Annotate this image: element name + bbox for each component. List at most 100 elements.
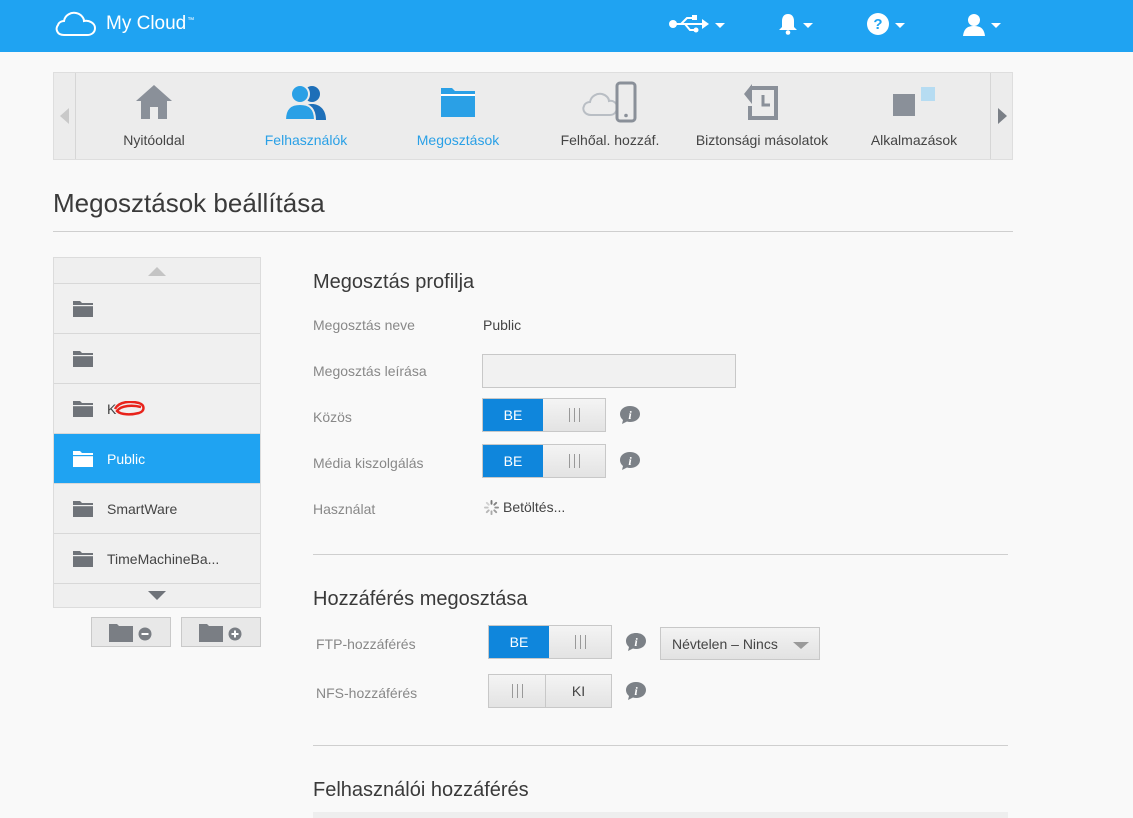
usage-label: Használat	[313, 501, 376, 517]
toggle-on-label: BE	[489, 626, 549, 658]
chevron-down-icon	[715, 22, 725, 28]
chevron-right-icon	[997, 108, 1007, 124]
toggle-on-label: BE	[483, 445, 543, 477]
user-icon	[963, 14, 985, 36]
notifications-menu[interactable]	[778, 10, 813, 38]
usage-value: Betöltés...	[484, 499, 565, 515]
info-icon[interactable]: i	[619, 405, 641, 425]
ftp-access-toggle[interactable]: BE	[488, 625, 612, 659]
usb-menu[interactable]	[668, 10, 725, 38]
share-name: TimeMachineBa...	[107, 550, 220, 567]
folder-remove-icon	[109, 624, 152, 642]
help-menu[interactable]: ?	[866, 10, 905, 38]
folder-icon	[73, 551, 93, 567]
toggle-grip	[489, 675, 545, 707]
user-access-section-title: Felhasználói hozzáférés	[313, 779, 529, 801]
nav-label-shares: Megosztások	[416, 132, 500, 148]
public-label: Közös	[313, 409, 352, 425]
public-toggle[interactable]: BE	[482, 398, 606, 432]
chevron-down-icon	[803, 22, 813, 28]
access-section-title: Hozzáférés megosztása	[313, 588, 528, 610]
help-icon: ?	[867, 13, 889, 35]
svg-text:?: ?	[873, 16, 882, 33]
app-logo[interactable]: My Cloud ™	[54, 9, 194, 39]
nav-label-apps: Alkalmazások	[870, 132, 958, 148]
bell-icon	[779, 14, 797, 35]
nav-scroll-left[interactable]	[54, 73, 76, 159]
folder-icon	[73, 301, 93, 317]
share-list-item[interactable]: SmartWare	[54, 483, 260, 533]
info-icon[interactable]: i	[625, 681, 647, 701]
cloud-device-icon	[582, 81, 637, 123]
share-list-item[interactable]	[54, 283, 260, 333]
share-list-scroll-down[interactable]	[54, 583, 260, 607]
share-list: K Public SmartWare TimeMachineBa...	[53, 257, 261, 608]
page-title: Megosztások beállítása	[53, 188, 325, 218]
loading-spinner-icon	[484, 499, 499, 515]
user-menu[interactable]	[962, 10, 1001, 38]
nav-item-cloud-access[interactable]: Felhőal. hozzáf.	[534, 73, 686, 159]
nfs-access-label: NFS-hozzáférés	[316, 685, 418, 701]
share-list-item[interactable]: Public	[54, 433, 260, 483]
nav-label-home: Nyitóoldal	[123, 132, 185, 148]
main-navigation: Nyitóoldal Felhasználók Megosztások Felh…	[53, 72, 1013, 160]
folder-icon	[73, 451, 93, 467]
share-list-scroll-up[interactable]	[54, 258, 260, 283]
delete-share-button[interactable]	[91, 617, 171, 647]
cloud-logo-icon	[55, 11, 97, 36]
nav-item-apps[interactable]: Alkalmazások	[838, 73, 990, 159]
nav-label-cloud-access: Felhőal. hozzáf.	[560, 132, 660, 148]
apps-icon	[893, 87, 935, 116]
user-access-table-top	[313, 812, 1008, 818]
media-serving-label: Média kiszolgálás	[313, 455, 424, 471]
folder-icon	[441, 88, 475, 117]
top-bar: My Cloud ™ ?	[0, 0, 1133, 52]
ftp-access-label: FTP-hozzáférés	[316, 636, 416, 652]
nav-item-shares[interactable]: Megosztások	[382, 73, 534, 159]
folder-icon	[73, 351, 93, 367]
media-serving-toggle[interactable]: BE	[482, 444, 606, 478]
share-list-item[interactable]	[54, 333, 260, 383]
share-description-input[interactable]	[482, 354, 736, 388]
toggle-grip	[543, 445, 605, 477]
chevron-down-icon	[991, 22, 1001, 28]
ftp-access-select[interactable]: Névtelen – Nincs	[660, 627, 820, 660]
home-icon	[136, 85, 172, 119]
toggle-off-label: KI	[545, 675, 611, 707]
toggle-grip	[543, 399, 605, 431]
info-icon[interactable]: i	[619, 451, 641, 471]
section-divider	[313, 554, 1008, 555]
share-list-item[interactable]: TimeMachineBa...	[54, 533, 260, 583]
share-name: Public	[107, 450, 146, 467]
info-icon[interactable]: i	[625, 632, 647, 652]
nav-item-home[interactable]: Nyitóoldal	[78, 73, 230, 159]
folder-icon	[73, 501, 93, 517]
share-list-item[interactable]: K	[54, 383, 260, 433]
folder-icon	[73, 401, 93, 417]
redaction-scribble	[113, 400, 145, 416]
trademark-mark: ™	[187, 16, 195, 24]
ftp-access-selected-value: Névtelen – Nincs	[672, 635, 778, 652]
share-name-label: Megosztás neve	[313, 317, 415, 333]
folder-add-icon	[199, 624, 242, 642]
profile-section-title: Megosztás profilja	[313, 271, 475, 293]
nfs-access-toggle[interactable]: KI	[488, 674, 612, 708]
share-name: K	[107, 400, 227, 417]
dropdown-arrow-icon	[793, 642, 809, 649]
chevron-up-icon	[148, 266, 166, 276]
chevron-down-icon	[148, 590, 166, 600]
toggle-grip	[549, 626, 611, 658]
backup-icon	[744, 84, 778, 120]
add-share-button[interactable]	[181, 617, 261, 647]
share-description-label: Megosztás leírása	[313, 363, 427, 379]
chevron-left-icon	[59, 108, 69, 124]
nav-scroll-right[interactable]	[990, 73, 1012, 159]
nav-item-backups[interactable]: Biztonsági másolatok	[686, 73, 838, 159]
nav-item-users[interactable]: Felhasználók	[230, 73, 382, 159]
usb-icon	[669, 15, 709, 33]
share-name-value: Public	[483, 317, 522, 333]
usage-loading-text: Betöltés...	[503, 499, 566, 515]
toggle-on-label: BE	[483, 399, 543, 431]
users-icon	[283, 84, 326, 120]
share-name: SmartWare	[107, 500, 178, 517]
